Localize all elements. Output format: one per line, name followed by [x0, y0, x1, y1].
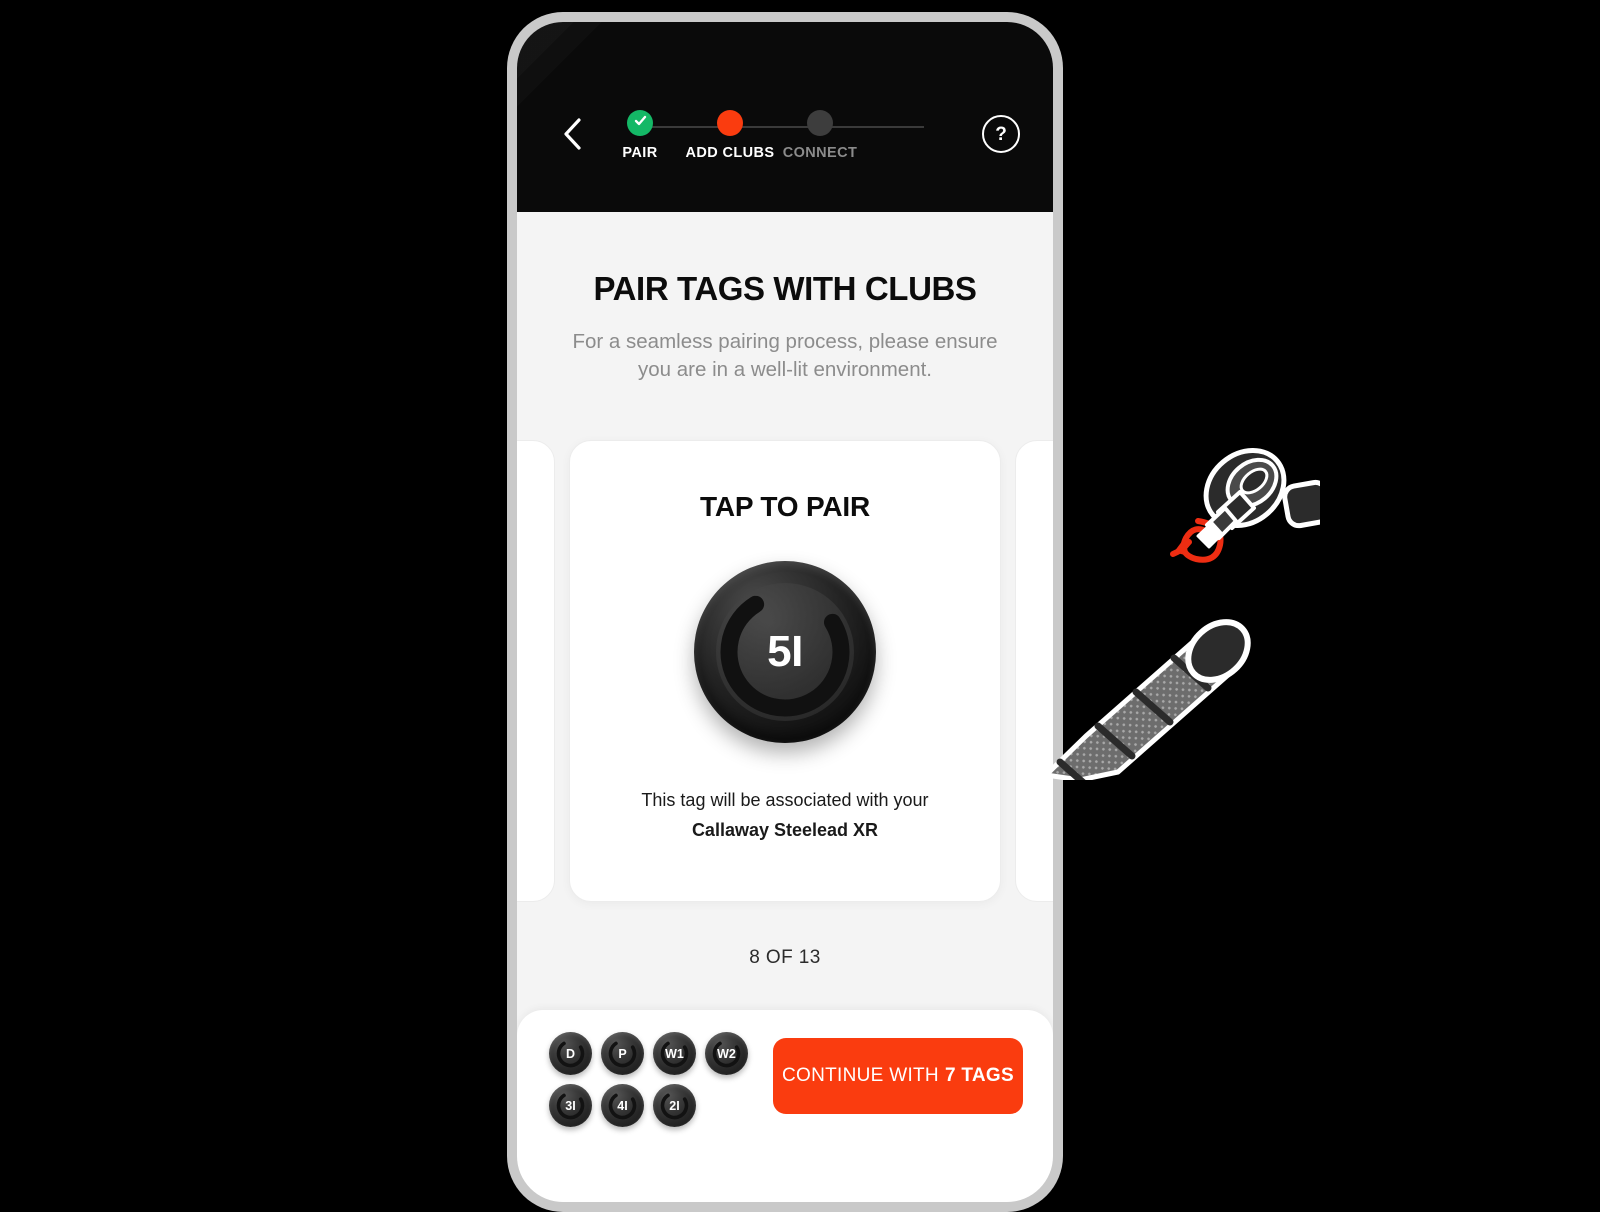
paired-tag-chip[interactable]: D — [549, 1032, 592, 1075]
tag-applicator-tool — [1196, 447, 1320, 549]
paired-tag-chip[interactable]: 4I — [601, 1084, 644, 1127]
carousel-card-previous[interactable] — [517, 440, 555, 902]
carousel-card-current[interactable]: TAP TO PAIR 5I This tag will be associat… — [569, 440, 1001, 902]
bottom-action-bar: D P W1 W2 3I 4I 2I CONTINUE WITH 7 TAGS — [517, 1010, 1053, 1202]
golf-club-grip-with-tag-illustration — [1043, 447, 1320, 780]
app-header: PAIR ADD CLUBS CONNECT ? — [517, 22, 1053, 212]
help-button[interactable]: ? — [979, 112, 1023, 156]
tag-puck-button[interactable]: 5I — [694, 561, 876, 743]
step-dot-todo — [807, 110, 833, 136]
phone-screen: PAIR ADD CLUBS CONNECT ? PAIR TAGS WITH … — [517, 22, 1053, 1202]
continue-button-count: 7 TAGS — [944, 1065, 1014, 1086]
check-icon — [633, 113, 648, 133]
paired-tag-chip[interactable]: W2 — [705, 1032, 748, 1075]
step-dot-done — [627, 110, 653, 136]
paired-tag-chip-label: 3I — [565, 1098, 576, 1113]
question-mark-icon: ? — [982, 115, 1020, 153]
paired-tag-chip-label: P — [618, 1046, 627, 1061]
progress-stepper: PAIR ADD CLUBS CONNECT — [620, 110, 950, 182]
paired-tag-chip[interactable]: 2I — [653, 1084, 696, 1127]
paired-tag-chip-label: 2I — [669, 1098, 680, 1113]
header-bar: PAIR ADD CLUBS CONNECT ? — [517, 110, 1053, 190]
paired-tag-chip-label: 4I — [617, 1098, 628, 1113]
chevron-left-icon — [561, 117, 583, 151]
paired-tag-chip-label: D — [565, 1046, 576, 1061]
card-note-line1: This tag will be associated with your — [641, 790, 929, 810]
card-title: TAP TO PAIR — [700, 491, 870, 522]
continue-button[interactable]: CONTINUE WITH 7 TAGS — [773, 1038, 1023, 1114]
card-note: This tag will be associated with your Ca… — [641, 787, 928, 844]
page-subtitle: For a seamless pairing process, please e… — [572, 330, 998, 382]
step-label-add-clubs: ADD CLUBS — [685, 145, 775, 161]
paired-tag-chip[interactable]: W1 — [653, 1032, 696, 1075]
paired-tag-chip-label: W1 — [665, 1046, 684, 1061]
carousel-pager: 8 OF 13 — [749, 947, 821, 968]
tag-label: 5I — [767, 627, 803, 676]
paired-tag-chip[interactable]: P — [601, 1032, 644, 1075]
page-title: PAIR TAGS WITH CLUBS — [593, 270, 977, 307]
paired-tag-chip[interactable]: 3I — [549, 1084, 592, 1127]
paired-tag-chip-list: D P W1 W2 3I 4I 2I — [549, 1032, 769, 1127]
step-connect[interactable]: CONNECT — [765, 110, 875, 161]
step-dot-active — [717, 110, 743, 136]
card-note-club-name: Callaway Steelead XR — [691, 820, 879, 840]
tag-carousel[interactable]: TAP TO PAIR 5I This tag will be associat… — [517, 440, 1053, 910]
phone-frame: PAIR ADD CLUBS CONNECT ? PAIR TAGS WITH … — [507, 12, 1063, 1212]
step-label-pair: PAIR — [622, 145, 658, 161]
paired-tag-chip-label: W2 — [717, 1046, 736, 1061]
continue-button-prefix: CONTINUE WITH — [782, 1065, 939, 1086]
step-label-connect: CONNECT — [782, 145, 858, 161]
